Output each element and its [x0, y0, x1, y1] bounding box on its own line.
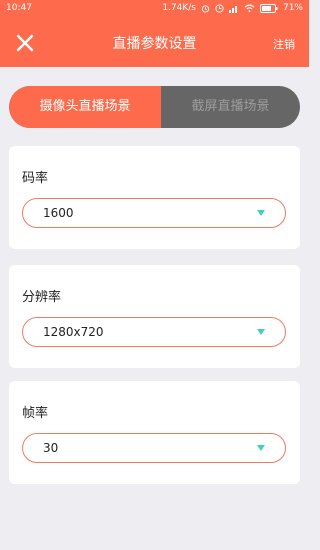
resolution-value: 1280x720	[43, 325, 104, 339]
app-bar: 直播参数设置 注销	[0, 19, 309, 67]
alarm-icon	[201, 4, 210, 13]
bitrate-card: 码率 1600	[9, 146, 300, 249]
battery-percent: 71%	[282, 3, 303, 13]
bitrate-dropdown[interactable]: 1600	[22, 198, 286, 228]
battery-icon	[259, 3, 278, 13]
resolution-dropdown[interactable]: 1280x720	[22, 317, 286, 347]
screen-capture-scene-tab[interactable]: 截屏直播场景	[161, 86, 300, 128]
scene-toggle: 摄像头直播场景 截屏直播场景	[9, 86, 300, 128]
dropdown-arrow-icon	[257, 210, 265, 216]
status-time: 10:47	[6, 3, 32, 13]
clock-icon	[215, 3, 224, 13]
dropdown-arrow-icon	[257, 445, 265, 451]
status-right: 1.74K/s 71%	[162, 3, 303, 13]
logout-button[interactable]: 注销	[273, 36, 295, 52]
bitrate-label: 码率	[22, 171, 49, 186]
status-bar: 10:47 1.74K/s 71%	[0, 0, 309, 19]
dropdown-arrow-icon	[257, 329, 265, 335]
resolution-label: 分辨率	[22, 290, 62, 305]
resolution-card: 分辨率 1280x720	[9, 265, 300, 368]
framerate-label: 帧率	[22, 406, 49, 421]
page-title: 直播参数设置	[112, 36, 197, 52]
framerate-card: 帧率 30	[9, 381, 300, 484]
bitrate-value: 1600	[43, 206, 74, 220]
network-speed: 1.74K/s	[162, 3, 196, 13]
framerate-dropdown[interactable]: 30	[22, 433, 286, 463]
framerate-value: 30	[43, 441, 59, 455]
camera-scene-tab[interactable]: 摄像头直播场景	[9, 86, 161, 128]
wifi-icon	[244, 4, 255, 12]
signal-icon	[228, 5, 237, 13]
